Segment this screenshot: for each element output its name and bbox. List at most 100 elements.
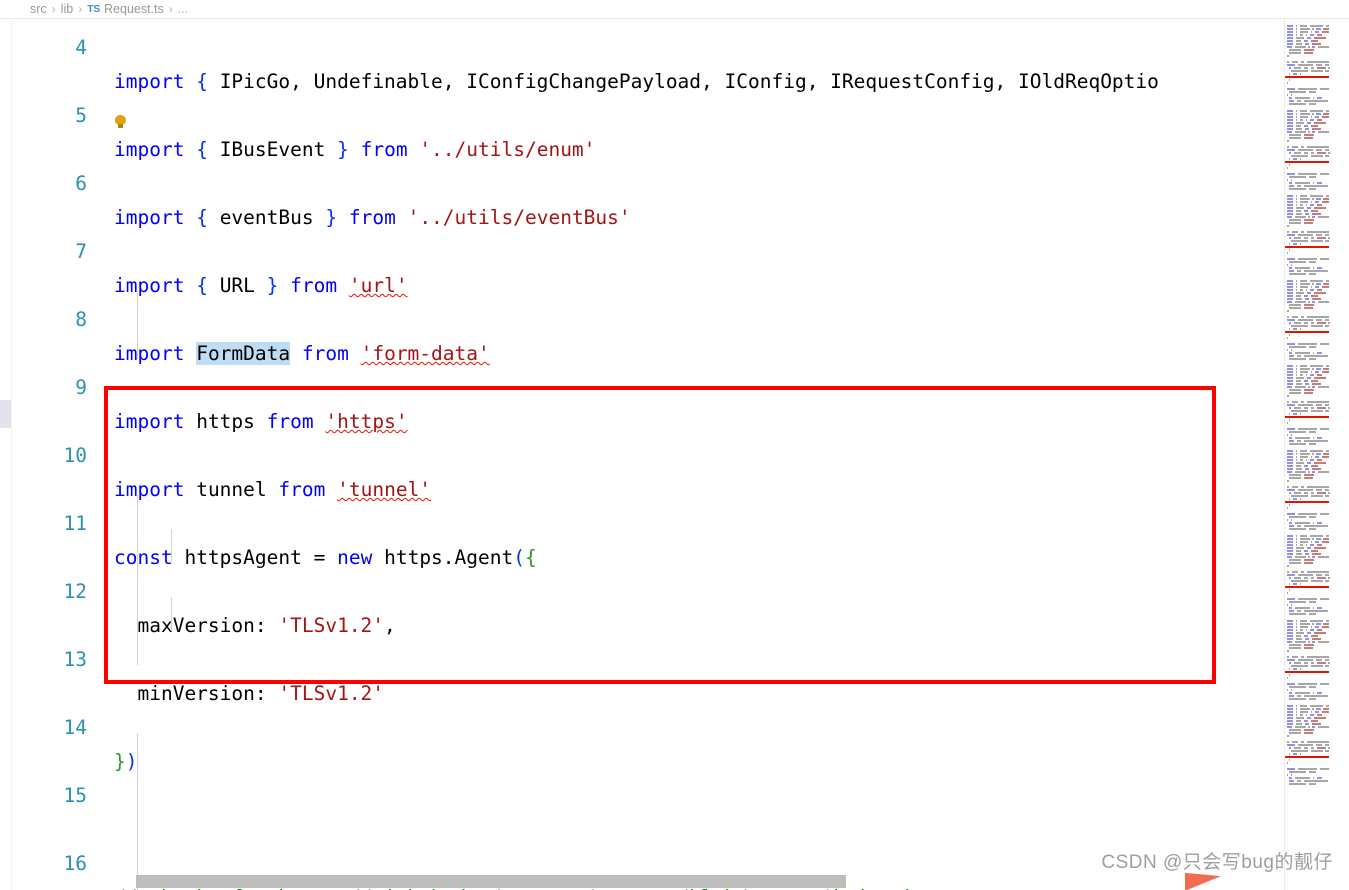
minimap-line <box>1287 459 1294 461</box>
minimap-line <box>1289 647 1301 649</box>
minimap-line <box>1300 328 1302 330</box>
minimap-line <box>1322 201 1329 203</box>
minimap-line <box>1315 541 1320 543</box>
minimap-line <box>1304 40 1309 42</box>
indent-guide <box>137 291 138 359</box>
minimap-line <box>1304 780 1329 782</box>
minimap-line <box>1287 25 1294 27</box>
minimap-line <box>1289 73 1291 75</box>
minimap-line <box>1289 261 1306 263</box>
minimap-line <box>1311 322 1315 324</box>
minimap-line <box>1296 380 1302 382</box>
minimap-line <box>1324 319 1329 321</box>
minimap-line <box>1294 237 1302 239</box>
minimap-line <box>1315 659 1322 661</box>
minimap-line <box>1319 598 1329 600</box>
minimap-line <box>1311 155 1323 157</box>
minimap-line <box>1289 686 1306 688</box>
minimap-line <box>1310 620 1323 622</box>
minimap-line <box>1308 471 1310 473</box>
minimap-annotation-mark <box>1285 246 1329 248</box>
minimap-line <box>1323 113 1329 115</box>
minimap-line <box>1298 428 1318 430</box>
code-line[interactable]: 14 }) <box>11 677 1285 773</box>
code-line[interactable]: 12 maxVersion: 'TLSv1.2', <box>11 541 1285 637</box>
code-line[interactable]: 10 import tunnel from 'tunnel' <box>11 405 1285 501</box>
minimap-line <box>1287 349 1289 351</box>
minimap-line <box>1287 46 1293 48</box>
minimap-line <box>1287 708 1294 710</box>
minimap-line <box>1296 711 1298 713</box>
code-line[interactable]: 16 // thanks for https://github.dev/requ… <box>11 813 1285 890</box>
minimap-line <box>1308 686 1317 688</box>
code-line[interactable]: 11 const httpsAgent = new https.Agent({ <box>11 473 1285 569</box>
minimap-line <box>1300 668 1302 670</box>
minimap-line <box>1304 100 1329 102</box>
minimap-line <box>1316 198 1321 200</box>
minimap-line <box>1312 301 1316 303</box>
code-line[interactable]: 9 import https from 'https' <box>11 337 1285 433</box>
minimap-line <box>1312 522 1314 524</box>
minimap-line <box>1324 574 1329 576</box>
code-editor[interactable]: 4 import { IPicGo, Undefinable, IConfigC… <box>11 19 1285 890</box>
minimap-line <box>1289 419 1291 421</box>
minimap-line <box>1287 210 1294 212</box>
line-number: 12 <box>63 580 87 603</box>
minimap-line <box>1300 283 1310 285</box>
code-line[interactable]: 4 import { IPicGo, Undefinable, IConfigC… <box>11 19 1285 93</box>
minimap-line <box>1308 103 1317 105</box>
minimap-line <box>1287 774 1289 776</box>
minimap-line <box>1296 201 1298 203</box>
minimap-line <box>1298 598 1318 600</box>
minimap-line <box>1308 726 1310 728</box>
code-line[interactable]: 6 import { eventBus } from '../utils/eve… <box>11 133 1285 229</box>
minimap-line <box>1291 94 1293 96</box>
minimap-line <box>1296 462 1305 464</box>
minimap-line <box>1310 204 1315 206</box>
minimap-line <box>1289 389 1301 391</box>
minimap-line <box>1295 777 1310 779</box>
minimap-line <box>1287 744 1296 746</box>
minimap-line <box>1289 674 1291 676</box>
minimap-line <box>1316 538 1321 540</box>
minimap-line <box>1317 152 1326 154</box>
minimap-line <box>1300 753 1302 755</box>
quick-fix-lightbulb-icon[interactable] <box>114 115 127 128</box>
minimap-annotation-mark <box>1285 671 1329 673</box>
minimap-line <box>1316 692 1322 694</box>
vertical-scrollbar[interactable] <box>1333 19 1349 890</box>
minimap[interactable] <box>1285 19 1333 890</box>
indent-guide <box>171 597 172 631</box>
minimap-line <box>1301 401 1305 403</box>
breadcrumb-item-symbols[interactable]: ... <box>178 2 188 16</box>
minimap-line <box>1287 31 1294 33</box>
minimap-line <box>1319 258 1329 260</box>
breadcrumb-item-lib[interactable]: lib <box>61 2 74 16</box>
minimap-line <box>1287 368 1294 370</box>
minimap-line <box>1287 519 1289 521</box>
minimap-line <box>1303 559 1315 561</box>
minimap-line <box>1303 644 1315 646</box>
breadcrumb-item-file[interactable]: Request.ts <box>104 2 164 16</box>
minimap-line <box>1318 131 1329 133</box>
minimap-line <box>1324 149 1329 151</box>
code-line[interactable]: 8 import FormData from 'form-data' <box>11 269 1285 365</box>
minimap-line <box>1300 73 1302 75</box>
breadcrumb[interactable]: src › lib › TS Request.ts › ... <box>0 0 1349 19</box>
minimap-line <box>1325 155 1329 157</box>
minimap-line <box>1308 176 1317 178</box>
minimap-line <box>1287 88 1296 90</box>
minimap-line <box>1287 629 1294 631</box>
minimap-line <box>1295 556 1306 558</box>
horizontal-scrollbar[interactable] <box>136 875 846 888</box>
minimap-line <box>1315 711 1320 713</box>
minimap-line <box>1304 465 1309 467</box>
code-line[interactable]: 13 minVersion: 'TLSv1.2' <box>11 609 1285 705</box>
code-line[interactable]: 5 import { IBusEvent } from '../utils/en… <box>11 65 1285 161</box>
minimap-line <box>1294 492 1302 494</box>
code-line[interactable]: 15 <box>11 745 1285 807</box>
code-line[interactable]: 7 import { URL } from 'url' <box>11 201 1285 297</box>
minimap-line <box>1296 547 1305 549</box>
minimap-line <box>1300 450 1308 452</box>
breadcrumb-item-src[interactable]: src <box>30 2 47 16</box>
